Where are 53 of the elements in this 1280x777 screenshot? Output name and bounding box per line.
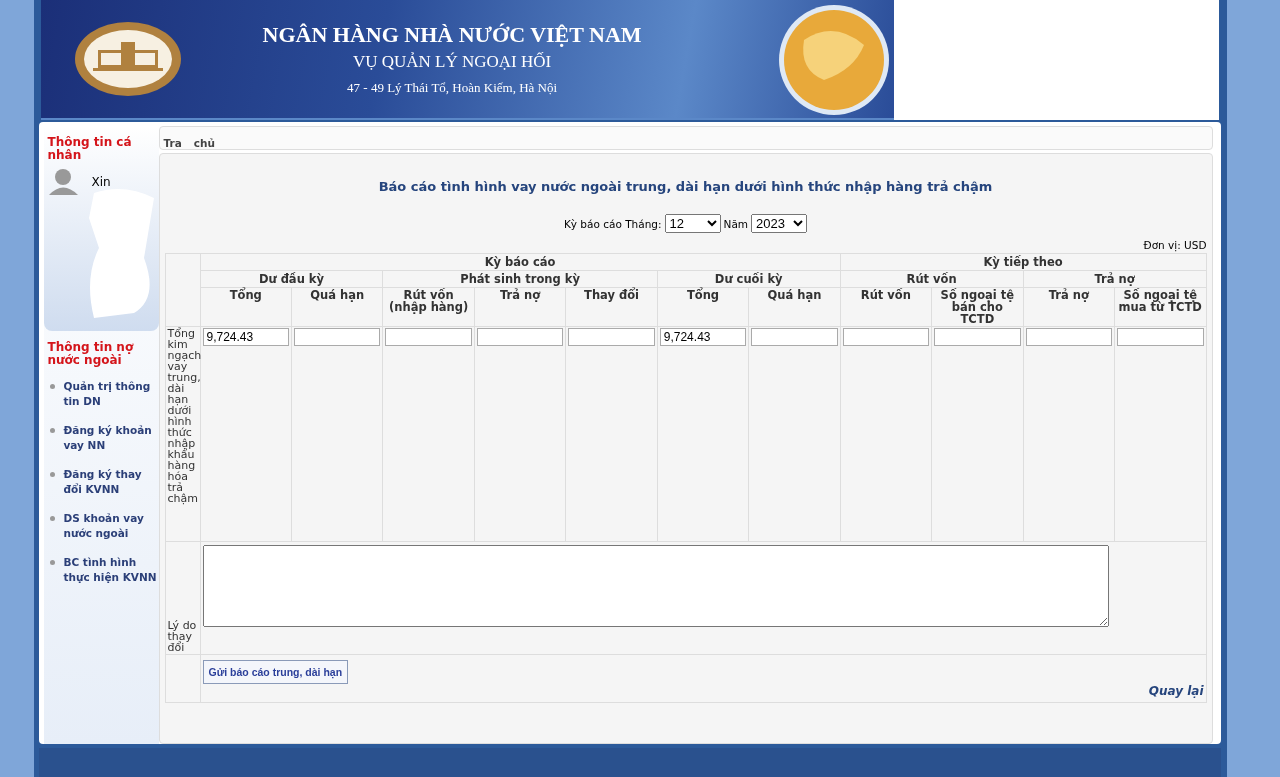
amount-field[interactable]: 9,724.43	[202, 328, 289, 346]
row-label: Tổng kim ngạch vay trung, dài hạn dưới hình thức nhập khẩu hàng hóa trả chậm	[165, 326, 200, 542]
column-group-header: Rút vốn	[840, 270, 1024, 288]
column-group-header: Kỳ báo cáo	[200, 253, 841, 271]
year-label: Năm	[723, 217, 749, 230]
column-header: Rút vốn	[840, 287, 932, 327]
amount-field[interactable]: 9,724.43	[659, 328, 747, 346]
amount-field[interactable]	[842, 328, 930, 346]
column-header: Quá hạn	[748, 287, 841, 327]
amount-field[interactable]	[934, 328, 1021, 346]
report-title: Báo cáo tình hình vay nước ngoài trung, dài hạn dưới hình thức nhập hàng trả chậm	[377, 179, 994, 194]
department-name: VỤ QUẢN LÝ NGOẠI HỐI	[351, 52, 553, 72]
sidebar-link[interactable]: Đăng ký khoản vay NN	[63, 423, 159, 453]
sidebar-link[interactable]: DS khoản vay nước ngoài	[63, 511, 159, 541]
column-group-header: Phát sinh trong kỳ	[382, 270, 658, 288]
section-heading: Thông tin nợ nước ngoài	[46, 339, 135, 367]
sidebar-link[interactable]: BC tình hình thực hiện KVNN	[63, 555, 159, 585]
year-select[interactable]: 2023	[751, 214, 808, 233]
amount-field[interactable]	[385, 328, 472, 346]
greeting: Xin	[91, 175, 111, 189]
bank-name: NGÂN HÀNG NHÀ NƯỚC VIỆT NAM	[262, 22, 642, 48]
sidebar-link[interactable]: Đăng ký thay đổi KVNN	[63, 467, 159, 497]
column-header: Trả nợ	[474, 287, 566, 327]
submit-button[interactable]: Gửi báo cáo trung, dài hạn	[202, 660, 349, 684]
period-label: Kỳ báo cáo Tháng:	[563, 217, 662, 230]
month-select[interactable]: 12	[664, 214, 721, 233]
column-header: Số ngoại tệ mua từ TCTD	[1114, 287, 1206, 327]
breadcrumb-link[interactable]: Tra	[163, 137, 182, 149]
column-header: Tổng	[200, 287, 292, 327]
column-group-header: Dư đầu kỳ	[200, 270, 383, 288]
section-heading: Thông tin cá nhân	[46, 134, 133, 162]
breadcrumb-link[interactable]: chủ	[193, 137, 215, 149]
column-header: Số ngoại tệ bán cho TCTD	[931, 287, 1024, 327]
back-link[interactable]: Quay lại	[1148, 684, 1204, 698]
amount-field[interactable]	[293, 328, 381, 346]
column-header: Trả nợ	[1023, 287, 1115, 327]
amount-field[interactable]	[476, 328, 564, 346]
amount-field[interactable]	[568, 328, 655, 346]
column-group-header: Kỳ tiếp theo	[840, 253, 1206, 271]
column-header: Thay đổi	[565, 287, 658, 327]
column-group-header: Dư cuối kỳ	[657, 270, 841, 288]
column-header: Tổng	[657, 287, 749, 327]
column-group-header: Trả nợ	[1023, 270, 1206, 288]
unit-label: Đơn vị: USD	[1142, 239, 1207, 251]
reason-field[interactable]	[202, 545, 1109, 627]
amount-field[interactable]	[1025, 328, 1113, 346]
amount-field[interactable]	[1117, 328, 1204, 346]
address: 47 - 49 Lý Thái Tổ, Hoàn Kiếm, Hà Nội	[346, 80, 559, 96]
row-label: Lý do thay đổi	[165, 541, 200, 655]
column-header: Quá hạn	[291, 287, 383, 327]
sidebar-link[interactable]: Quản trị thông tin DN	[63, 379, 159, 409]
column-header: Rút vốn (nhập hàng)	[382, 287, 475, 327]
amount-field[interactable]	[751, 328, 838, 346]
